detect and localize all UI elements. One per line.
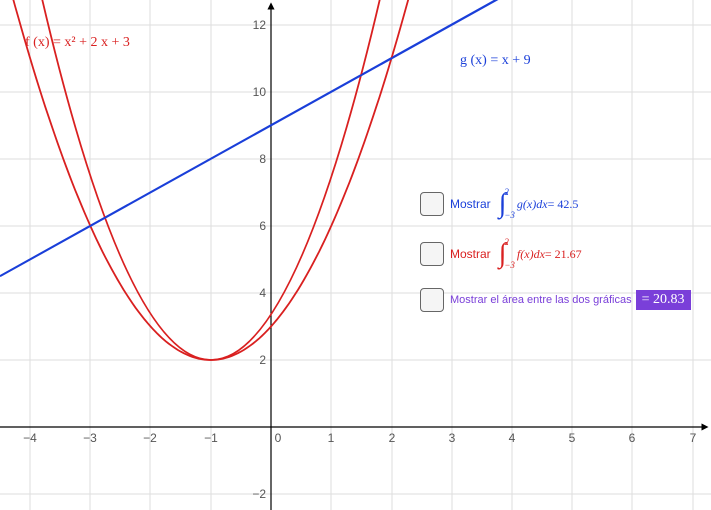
g-function-label: g (x) = x + 9 bbox=[460, 53, 531, 69]
show-f-integral-row: Mostrar ∫ 2 −3 f(x)dx = 21.67 bbox=[420, 238, 582, 270]
f-function-label: f (x) = x² + 2 x + 3 bbox=[25, 35, 130, 51]
show-area-row: Mostrar el área entre las dos gráficas =… bbox=[420, 288, 691, 312]
show-g-integral-checkbox[interactable] bbox=[420, 192, 444, 216]
area-value-highlight: = 20.83 bbox=[636, 290, 691, 310]
show-area-checkbox[interactable] bbox=[420, 288, 444, 312]
curves-overlay bbox=[0, 0, 711, 510]
show-g-integral-label: Mostrar bbox=[450, 197, 491, 211]
show-f-integral-checkbox[interactable] bbox=[420, 242, 444, 266]
show-f-integral-label: Mostrar bbox=[450, 247, 491, 261]
f-curve-path bbox=[9, 0, 412, 360]
show-area-label: Mostrar el área entre las dos gráficas bbox=[450, 294, 632, 306]
show-g-integral-row: Mostrar ∫ 2 −3 g(x)dx = 42.5 bbox=[420, 188, 578, 220]
